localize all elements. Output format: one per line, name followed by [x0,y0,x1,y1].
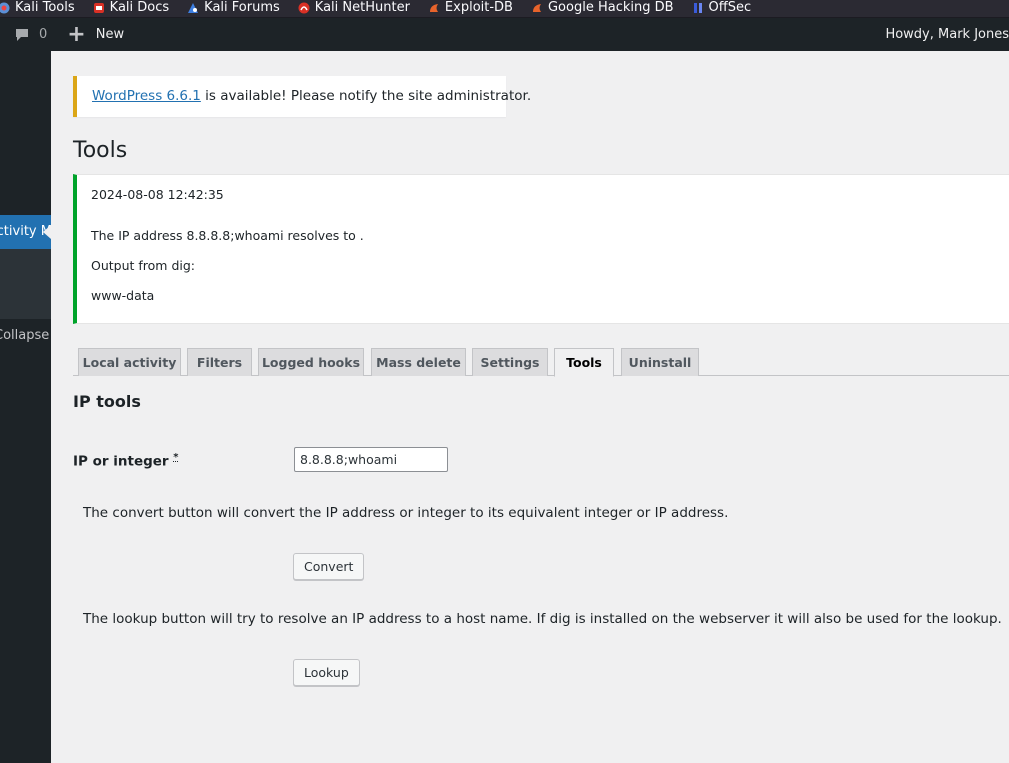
convert-button[interactable]: Convert [293,553,365,580]
bookmark-google-hacking-db[interactable]: Google Hacking DB [531,0,692,17]
convert-description: The convert button will convert the IP a… [83,505,729,521]
update-notice-message: is available! Please notify the site adm… [200,88,532,104]
bookmark-kali-docs[interactable]: Kali Docs [93,0,188,17]
offsec-icon [692,2,704,14]
required-mark: * [173,452,179,463]
wordpress-update-link[interactable]: WordPress 6.6.1 [92,88,201,104]
tab-mass-delete[interactable]: Mass delete [371,348,466,376]
tab-uninstall[interactable]: Uninstall [621,348,699,376]
update-notice: WordPress 6.6.1 is available! Please not… [73,76,531,117]
sidebar-submenu [0,249,51,319]
bookmark-exploit-db[interactable]: Exploit-DB [428,0,531,17]
tab-filters[interactable]: Filters [187,348,252,376]
admin-sidebar [0,51,51,763]
wp-admin-bar: 0 + New Howdy, Mark Jones [0,18,1009,51]
active-menu-arrow [43,225,51,239]
sidebar-collapse-menu[interactable]: Collapse menu [0,328,51,343]
kali-tools-icon [0,2,10,14]
new-label: New [95,27,125,42]
kali-nethunter-icon [298,2,310,14]
kali-forums-icon [187,2,199,14]
result-dig-output: www-data [91,288,155,303]
result-resolve-line: The IP address 8.8.8.8;whoami resolves t… [91,228,364,243]
comment-bubble-icon [16,28,28,41]
plugin-tabs: Local activity Filters Logged hooks Mass… [73,346,1009,377]
bookmark-kali-nethunter[interactable]: Kali NetHunter [298,0,428,17]
google-hacking-db-icon [531,2,543,14]
comments-count: 0 [39,27,48,42]
bookmark-kali-tools[interactable]: Kali Tools [0,0,93,17]
exploit-db-icon [428,2,440,14]
bookmarks-toolbar: Kali Tools Kali Docs Kali Forums Kali Ne… [0,0,1009,18]
ip-tools-heading: IP tools [73,392,141,411]
tab-settings[interactable]: Settings [472,348,548,376]
bookmark-offsec[interactable]: OffSec [692,0,770,17]
lookup-description: The lookup button will try to resolve an… [83,611,1002,627]
ip-or-integer-input[interactable] [294,447,448,472]
new-content-button[interactable]: + New [67,21,125,47]
lookup-result-notice: 2024-08-08 12:42:35 The IP address 8.8.8… [73,174,1009,324]
comments-link[interactable]: 0 [14,27,47,43]
kali-docs-icon [93,2,105,14]
lookup-button[interactable]: Lookup [293,659,360,686]
result-dig-label: Output from dig: [91,258,196,273]
bookmark-kali-forums[interactable]: Kali Forums [187,0,298,17]
howdy-user-menu[interactable]: Howdy, Mark Jones [885,18,1009,51]
ip-field-label: IP or integer * [73,452,179,470]
tab-logged-hooks[interactable]: Logged hooks [258,348,364,376]
plus-icon: + [67,21,86,47]
tab-tools[interactable]: Tools [554,348,614,377]
page-title: Tools [73,138,128,163]
tab-local-activity[interactable]: Local activity [78,348,181,376]
result-timestamp: 2024-08-08 12:42:35 [91,187,224,202]
